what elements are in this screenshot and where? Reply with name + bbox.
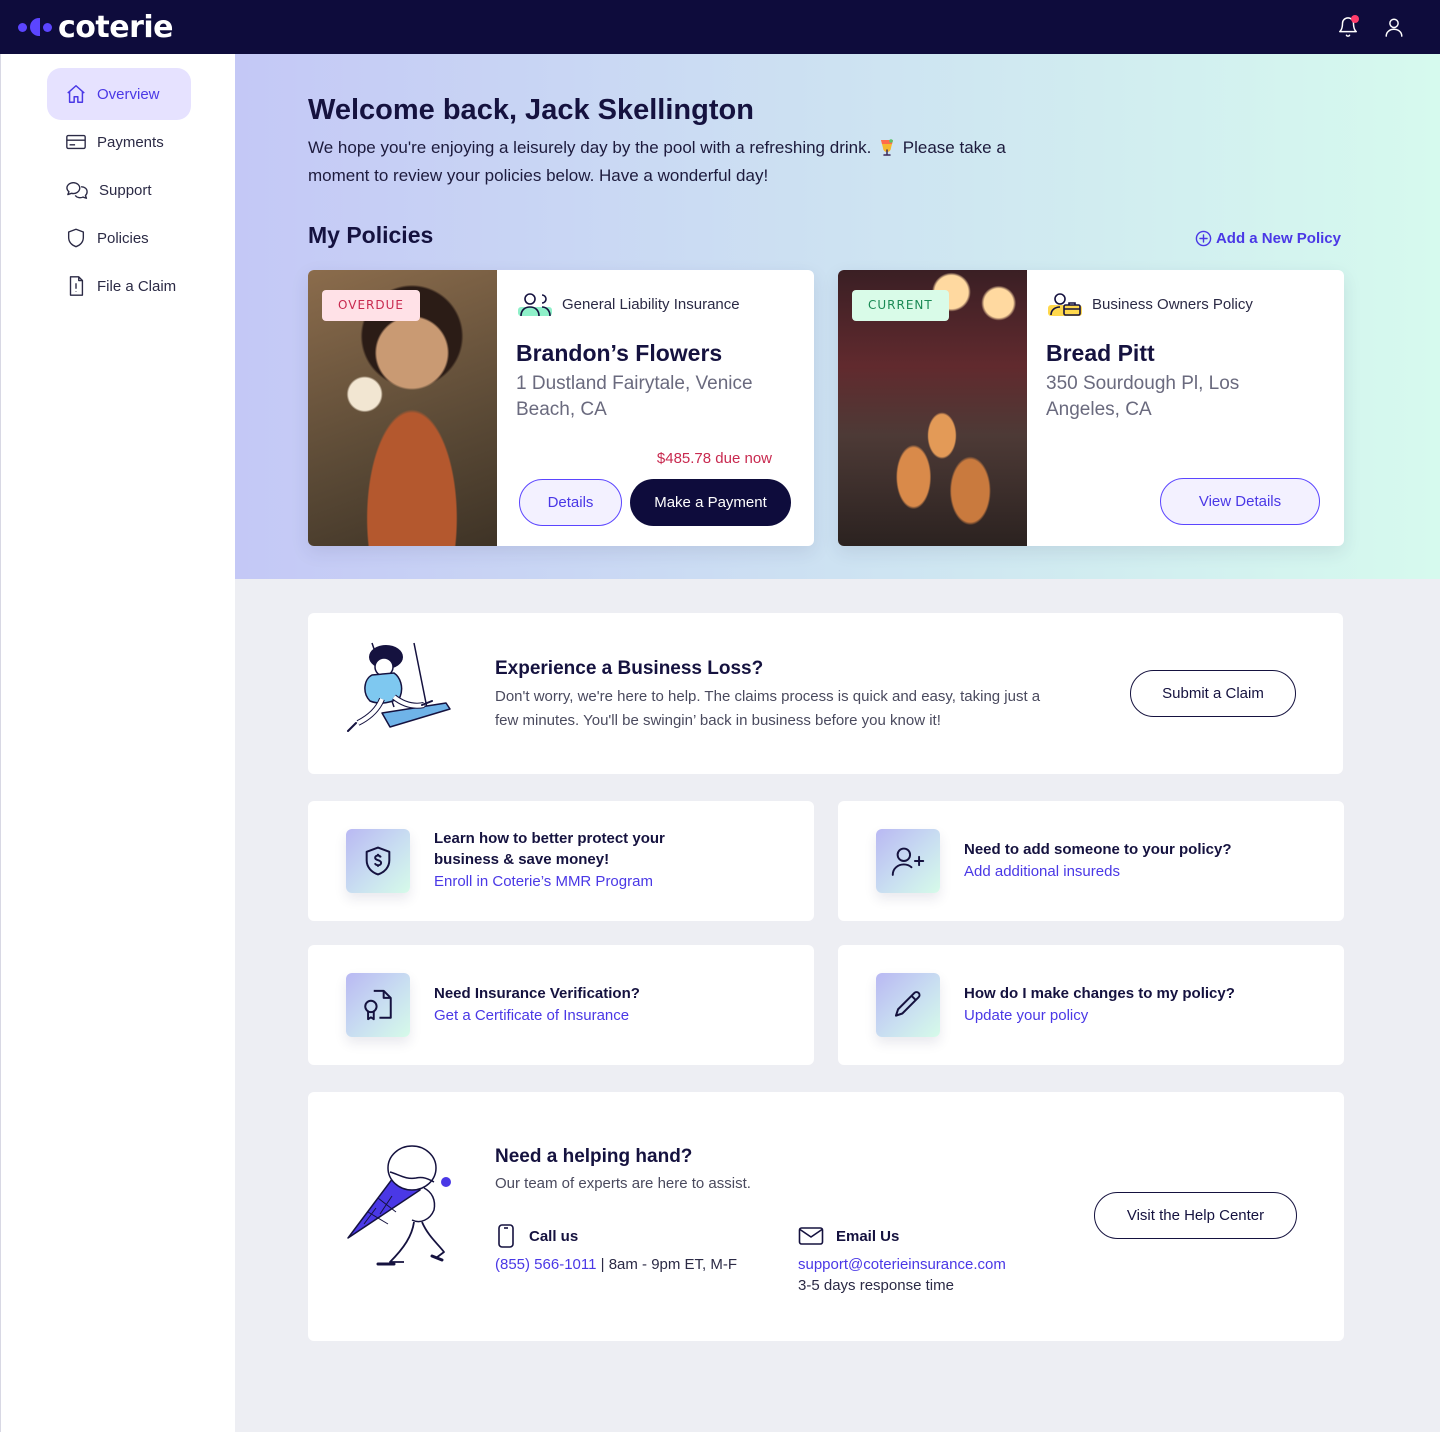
add-user-icon bbox=[876, 829, 940, 893]
submit-a-claim-button[interactable]: Submit a Claim bbox=[1130, 670, 1296, 717]
policy-type: General Liability Insurance bbox=[516, 290, 814, 318]
certificate-icon bbox=[346, 973, 410, 1037]
account-button[interactable] bbox=[1382, 15, 1406, 39]
add-new-policy-link[interactable]: Add a New Policy bbox=[1195, 230, 1341, 247]
pencil-icon bbox=[876, 973, 940, 1037]
call-us-section: Call us (855) 566-1011 | 8am - 9pm ET, M… bbox=[495, 1222, 737, 1273]
email-us-section: Email Us support@coterieinsurance.com 3-… bbox=[798, 1222, 1006, 1294]
support-email-link[interactable]: support@coterieinsurance.com bbox=[798, 1256, 1006, 1273]
help-panel: Need a helping hand? Our team of experts… bbox=[308, 1092, 1344, 1341]
policy-name: Brandon’s Flowers bbox=[516, 340, 723, 366]
info-question: Need Insurance Verification? bbox=[434, 984, 640, 1002]
sidebar-item-label: Payments bbox=[97, 133, 164, 151]
info-question: How do I make changes to my policy? bbox=[964, 984, 1235, 1002]
phone-number-link[interactable]: (855) 566-1011 bbox=[495, 1256, 596, 1273]
user-icon bbox=[1385, 18, 1403, 37]
email-response-time: 3-5 days response time bbox=[798, 1277, 954, 1294]
info-question: Learn how to better protect your busines… bbox=[434, 830, 665, 868]
helper-illustration-icon bbox=[347, 1145, 451, 1266]
swing-illustration-icon bbox=[347, 642, 451, 732]
status-badge: OVERDUE bbox=[322, 290, 420, 321]
view-details-button[interactable]: View Details bbox=[1160, 478, 1320, 525]
document-icon bbox=[69, 276, 84, 296]
business-owner-icon bbox=[1048, 293, 1082, 316]
business-loss-text: Don't worry, we're here to help. The cla… bbox=[495, 688, 1041, 729]
sidebar-item-overview[interactable]: Overview bbox=[47, 68, 191, 120]
coterie-logo[interactable]: coterie bbox=[18, 9, 174, 45]
plus-circle-icon bbox=[1195, 230, 1212, 247]
add-additional-insureds-link[interactable]: Add additional insureds bbox=[964, 860, 1284, 884]
policy-type: Business Owners Policy bbox=[1046, 290, 1344, 318]
policy-card-brandons-flowers: OVERDUE General Liability Insurance Bran… bbox=[308, 270, 814, 546]
details-button[interactable]: Details bbox=[519, 479, 622, 526]
sidebar-item-file-a-claim[interactable]: File a Claim bbox=[47, 260, 191, 312]
sidebar-item-label: Overview bbox=[97, 85, 160, 103]
policy-name: Bread Pitt bbox=[1046, 340, 1155, 366]
mail-icon bbox=[798, 1227, 824, 1245]
phone-hours: | 8am - 9pm ET, M-F bbox=[596, 1256, 738, 1273]
notifications-button[interactable] bbox=[1336, 15, 1360, 39]
sidebar-item-payments[interactable]: Payments bbox=[47, 116, 191, 168]
policy-card-bread-pitt: CURRENT Business Owners Policy Bread Pit… bbox=[838, 270, 1344, 546]
liability-people-icon bbox=[518, 293, 552, 317]
hero-section: Welcome back, Jack Skellington We hope y… bbox=[235, 54, 1440, 579]
sidebar-item-label: Policies bbox=[97, 229, 149, 247]
chat-icon bbox=[66, 181, 88, 199]
sidebar: Overview Payments Support Policies File … bbox=[0, 54, 235, 1432]
notification-dot bbox=[1351, 15, 1359, 23]
my-policies-heading: My Policies bbox=[308, 222, 434, 248]
update-policy-link[interactable]: Update your policy bbox=[964, 1004, 1284, 1028]
logo-mark-icon bbox=[18, 18, 52, 36]
sidebar-item-support[interactable]: Support bbox=[47, 164, 191, 216]
sidebar-item-label: File a Claim bbox=[97, 277, 177, 295]
call-us-label: Call us bbox=[529, 1227, 579, 1245]
policy-image-florist: OVERDUE bbox=[308, 270, 497, 546]
amount-due: $485.78 due now bbox=[656, 450, 772, 467]
certificate-of-insurance-link[interactable]: Get a Certificate of Insurance bbox=[434, 1004, 694, 1028]
info-card-policy-changes: How do I make changes to my policy? Upda… bbox=[838, 945, 1344, 1065]
email-us-label: Email Us bbox=[836, 1227, 900, 1245]
phone-icon bbox=[498, 1224, 514, 1248]
sidebar-item-label: Support bbox=[99, 181, 152, 199]
policy-address: 1 Dustland Fairytale, Venice Beach, CA bbox=[516, 373, 753, 420]
info-card-insurance-verification: Need Insurance Verification? Get a Certi… bbox=[308, 945, 814, 1065]
logo-text: coterie bbox=[58, 9, 174, 45]
status-badge: CURRENT bbox=[852, 290, 949, 321]
phone-line: (855) 566-1011 | 8am - 9pm ET, M-F bbox=[495, 1256, 737, 1273]
info-card-additional-insureds: Need to add someone to your policy? Add … bbox=[838, 801, 1344, 921]
help-subtitle: Our team of experts are here to assist. bbox=[495, 1175, 751, 1192]
home-icon bbox=[67, 85, 85, 103]
card-icon bbox=[66, 134, 86, 150]
business-loss-title: Experience a Business Loss? bbox=[495, 658, 764, 679]
info-card-mmr-program: Learn how to better protect your busines… bbox=[308, 801, 814, 921]
welcome-heading: Welcome back, Jack Skellington bbox=[308, 94, 754, 126]
help-title: Need a helping hand? bbox=[495, 1146, 693, 1167]
business-loss-panel: Experience a Business Loss? Don't worry,… bbox=[308, 613, 1343, 774]
drink-icon bbox=[881, 139, 894, 156]
shield-icon bbox=[67, 228, 85, 248]
policy-image-bakery: CURRENT bbox=[838, 270, 1027, 546]
policy-address: 350 Sourdough Pl, Los Angeles, CA bbox=[1046, 373, 1240, 420]
enroll-mmr-link[interactable]: Enroll in Coterie’s MMR Program bbox=[434, 870, 694, 894]
welcome-subtitle: We hope you're enjoying a leisurely day … bbox=[308, 138, 1006, 185]
sidebar-item-policies[interactable]: Policies bbox=[47, 212, 191, 264]
make-a-payment-button[interactable]: Make a Payment bbox=[630, 479, 791, 526]
visit-help-center-button[interactable]: Visit the Help Center bbox=[1094, 1192, 1297, 1239]
top-bar: coterie bbox=[0, 0, 1440, 54]
shield-dollar-icon bbox=[346, 829, 410, 893]
info-question: Need to add someone to your policy? bbox=[964, 840, 1232, 858]
